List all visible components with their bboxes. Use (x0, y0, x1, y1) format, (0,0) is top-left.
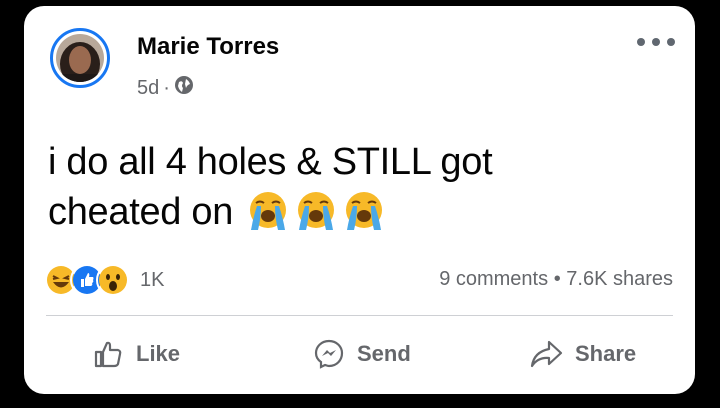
send-button[interactable]: Send (313, 338, 411, 370)
share-button[interactable]: Share (529, 338, 636, 370)
post-meta: 5d · (137, 75, 194, 101)
shares-link[interactable]: 7.6K shares (566, 268, 673, 290)
more-dot (652, 38, 660, 46)
wow-reaction-icon (96, 263, 130, 297)
reaction-summary[interactable]: 1K (44, 263, 164, 297)
more-dot (667, 38, 675, 46)
like-button[interactable]: Like (92, 338, 180, 370)
reaction-count: 1K (140, 268, 165, 291)
thumbs-up-icon (94, 341, 122, 368)
globe-icon (174, 75, 194, 101)
more-dot (637, 38, 645, 46)
comments-link[interactable]: 9 comments (439, 268, 548, 290)
post-text-line2-text: cheated on (48, 191, 234, 233)
profile-photo (56, 34, 104, 82)
loudly-crying-face-emoji-icon (250, 192, 287, 230)
post-time[interactable]: 5d (137, 77, 159, 100)
loudly-crying-face-emoji-icon (346, 192, 383, 230)
emoji-group (243, 191, 387, 233)
share-label: Share (575, 341, 637, 366)
send-label: Send (357, 341, 411, 366)
avatar[interactable] (50, 28, 110, 88)
author-name[interactable]: Marie Torres (137, 33, 279, 61)
meta-separator: · (163, 76, 170, 99)
post-text-line1: i do all 4 holes & STILL got (48, 141, 493, 183)
post-card: Marie Torres 5d · i do all 4 holes & STI… (24, 6, 695, 394)
post-stats: 9 comments • 7.6K shares (439, 268, 673, 291)
stats-separator: • (553, 268, 561, 290)
like-label: Like (136, 341, 181, 366)
share-arrow-icon (530, 340, 563, 368)
divider (46, 315, 673, 316)
post-text: i do all 4 holes & STILL got cheated on (48, 137, 668, 237)
post-text-line2: cheated on (48, 187, 668, 237)
messenger-icon (314, 339, 344, 369)
more-options-button[interactable] (637, 34, 675, 50)
action-bar: Like Send Share (24, 338, 695, 378)
loudly-crying-face-emoji-icon (298, 192, 335, 230)
